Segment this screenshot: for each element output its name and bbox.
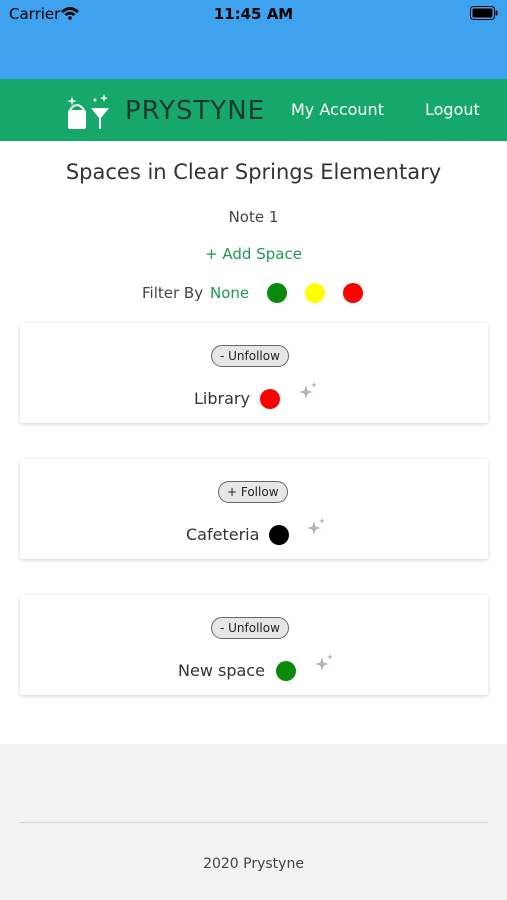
battery-icon xyxy=(470,6,498,20)
filter-yellow-dot[interactable] xyxy=(305,283,325,303)
space-card: - Unfollow New space xyxy=(20,595,488,695)
space-card: - Unfollow Library xyxy=(20,323,488,423)
clock: 11:45 AM xyxy=(213,5,294,23)
space-card: + Follow Cafeteria xyxy=(20,459,488,559)
footer: 2020 Prystyne xyxy=(0,744,507,900)
space-status-dot xyxy=(269,525,289,545)
space-name[interactable]: New space xyxy=(178,661,265,680)
cleaning-logo-icon xyxy=(67,94,109,129)
unfollow-button[interactable]: - Unfollow xyxy=(211,617,289,639)
space-status-dot xyxy=(276,661,296,681)
unfollow-button[interactable]: - Unfollow xyxy=(211,345,289,367)
logout-link[interactable]: Logout xyxy=(425,100,480,119)
sparkle-icon[interactable] xyxy=(305,517,327,539)
follow-button[interactable]: + Follow xyxy=(218,481,288,503)
filter-green-dot[interactable] xyxy=(267,283,287,303)
footer-divider xyxy=(20,822,488,823)
filter-label: Filter By xyxy=(142,284,204,302)
copyright-text: 2020 Prystyne xyxy=(203,856,304,872)
add-space-link[interactable]: + Add Space xyxy=(0,245,507,263)
filter-red-dot[interactable] xyxy=(343,283,363,303)
space-name[interactable]: Library xyxy=(194,389,250,408)
filter-none-link[interactable]: None xyxy=(210,284,249,302)
status-bar: Carrier 11:45 AM xyxy=(0,0,507,79)
space-name[interactable]: Cafeteria xyxy=(186,525,259,544)
note-text: Note 1 xyxy=(228,208,279,226)
sparkle-icon[interactable] xyxy=(313,653,335,675)
sparkle-icon[interactable] xyxy=(297,381,319,403)
page-title: Spaces in Clear Springs Elementary xyxy=(65,160,442,184)
brand-name: PRYSTYNE xyxy=(125,96,266,126)
space-status-dot xyxy=(260,389,280,409)
my-account-link[interactable]: My Account xyxy=(291,100,384,119)
